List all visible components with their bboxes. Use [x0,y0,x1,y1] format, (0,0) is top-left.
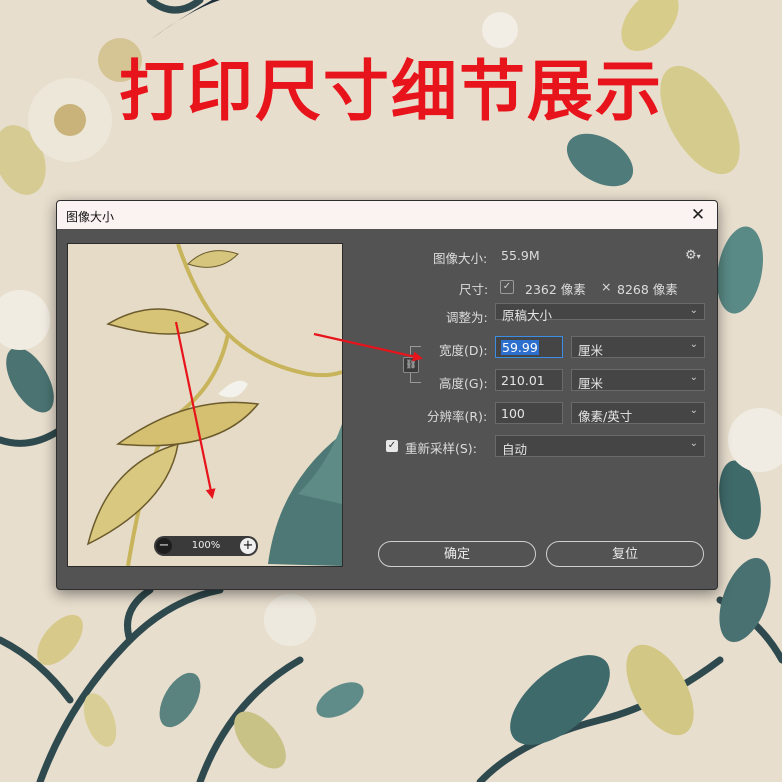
dimensions-height: 8268 像素 [617,282,678,297]
height-unit-value: 厘米 [578,376,604,391]
resolution-unit-value: 像素/英寸 [578,409,633,424]
close-icon[interactable]: ✕ [687,204,709,226]
fit-to-value: 原稿大小 [502,308,553,323]
chevron-down-icon: ⌄ [689,372,698,383]
dialog-titlebar: 图像大小 ✕ [57,201,717,229]
height-value: 210.01 [501,373,545,388]
height-label: 高度(G): [439,376,488,391]
resolution-value: 100 [501,406,525,421]
zoom-in-button[interactable]: + [240,538,256,554]
width-value: 59.99 [501,340,539,355]
settings-gear-icon[interactable]: ⚙▾ [685,248,701,263]
width-unit-value: 厘米 [578,343,604,358]
headline-title: 打印尺寸细节展示 [119,53,663,130]
image-size-value: 55.9M [501,248,540,263]
dialog-title: 图像大小 [66,210,115,224]
width-unit-select[interactable]: 厘米 ⌄ [571,336,705,358]
chevron-down-icon: ⌄ [689,305,698,316]
zoom-control: − 100% + [154,536,258,556]
image-preview[interactable]: − 100% + [67,243,343,567]
resample-checkbox[interactable]: ✓ [386,440,398,452]
image-size-dialog: 图像大小 ✕ − 100% + 图像大小: 55.9M ⚙▾ 尺寸: ✓ 236… [56,200,718,590]
dimensions-label: 尺寸: [459,282,489,297]
chevron-down-icon: ⌄ [689,405,698,416]
width-input[interactable]: 59.99 [495,336,563,358]
height-unit-select[interactable]: 厘米 ⌄ [571,369,705,391]
fit-to-label: 调整为: [446,310,488,325]
resample-method-select[interactable]: 自动 ⌄ [495,435,705,457]
resample-method-value: 自动 [502,442,528,457]
resolution-unit-select[interactable]: 像素/英寸 ⌄ [571,402,705,424]
chevron-down-icon: ⌄ [689,438,698,449]
dimensions-dropdown-chevron-icon[interactable]: ✓ [500,280,514,294]
height-input[interactable]: 210.01 [495,369,563,391]
dimensions-times: × [601,279,612,294]
reset-button[interactable]: 复位 [546,541,704,567]
ok-button[interactable]: 确定 [378,541,536,567]
resample-label: 重新采样(S): [405,441,477,456]
fit-to-select[interactable]: 原稿大小 ⌄ [495,303,705,323]
image-size-label: 图像大小: [433,251,488,266]
resolution-label: 分辨率(R): [427,409,488,424]
dimensions-width: 2362 像素 [525,282,586,297]
preview-image [68,244,342,566]
resolution-input[interactable]: 100 [495,402,563,424]
constrain-proportions-link-icon[interactable]: ⛓ [403,357,419,373]
chevron-down-icon: ⌄ [689,339,698,350]
width-label: 宽度(D): [439,343,488,358]
